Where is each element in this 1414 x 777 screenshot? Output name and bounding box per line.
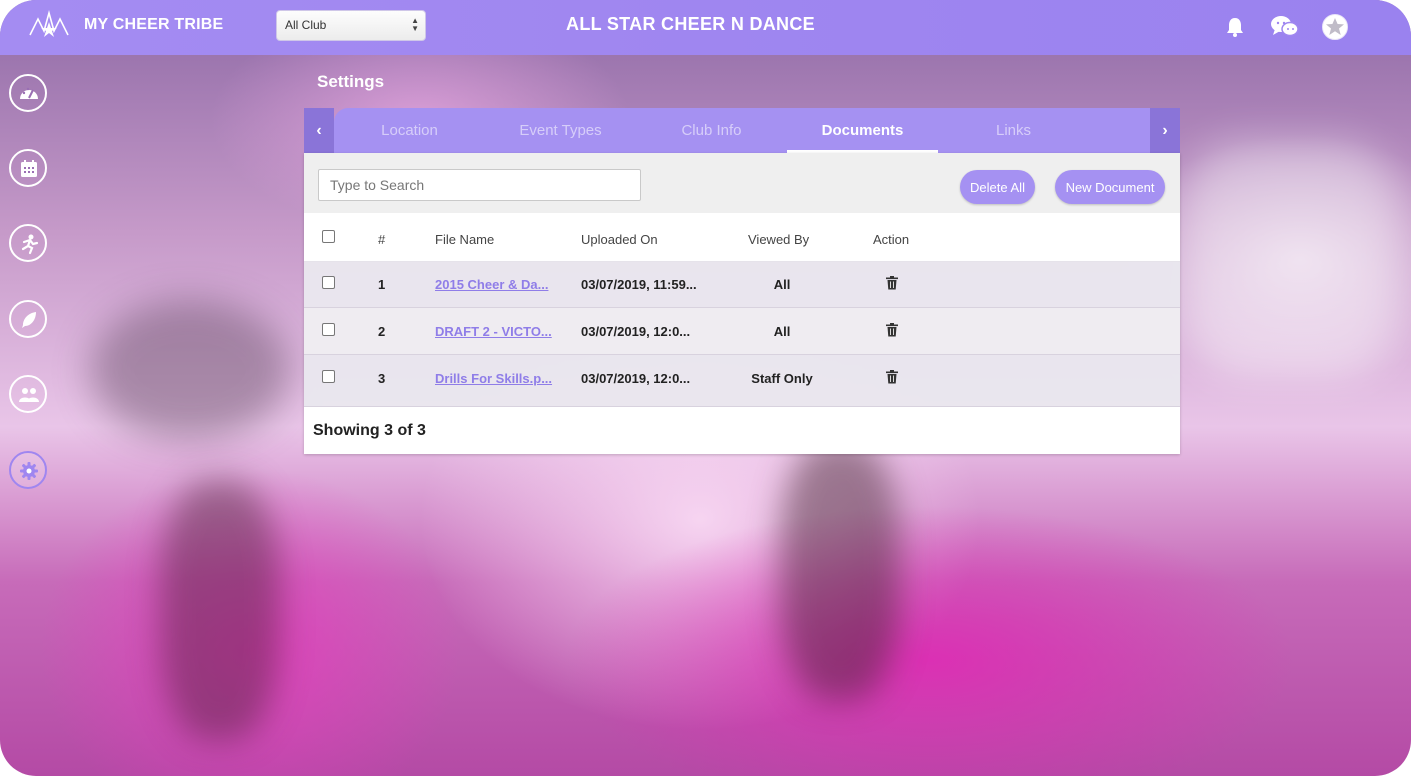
table-row: 1 2015 Cheer & Da... 03/07/2019, 11:59..… [304, 261, 1180, 308]
tabs-strip: Location Event Types Club Info Documents… [334, 108, 1150, 153]
uploaded-on: 03/07/2019, 12:0... [581, 371, 691, 386]
sidebar-item-feather[interactable] [9, 300, 47, 338]
club-title: ALL STAR CHEER N DANCE [566, 14, 815, 34]
tabs-scroll-right-button[interactable]: › [1150, 108, 1180, 153]
trash-icon[interactable] [886, 370, 898, 384]
tabs-scroll-left-button[interactable]: ‹ [304, 108, 334, 153]
table-footer: Showing 3 of 3 [304, 407, 1180, 454]
viewed-by: Staff Only [751, 371, 813, 386]
column-header-action: Action [873, 232, 910, 247]
sidebar-item-settings[interactable] [9, 451, 47, 489]
dashboard-icon [20, 87, 38, 99]
column-header-uploaded-on[interactable]: Uploaded On [581, 232, 658, 247]
sidebar-item-dashboard[interactable] [9, 74, 47, 112]
app-window: MY CHEER TRIBE All Club ▲ ▼ ALL STAR CHEE… [0, 0, 1411, 776]
page-title: Settings [317, 72, 385, 91]
row-checkbox[interactable] [322, 323, 335, 336]
sidebar-item-athletes[interactable] [9, 224, 47, 262]
tab-club-info[interactable]: Club Info [636, 108, 787, 153]
sidebar-item-team[interactable] [9, 375, 47, 413]
delete-all-button[interactable]: Delete All [960, 170, 1035, 204]
new-document-button[interactable]: New Document [1055, 170, 1165, 204]
table-row: 2 DRAFT 2 - VICTO... 03/07/2019, 12:0...… [304, 308, 1180, 355]
tab-documents[interactable]: Documents [787, 108, 938, 153]
table-row: 3 Drills For Skills.p... 03/07/2019, 12:… [304, 355, 1180, 407]
file-name-link[interactable]: DRAFT 2 - VICTO... [435, 324, 552, 339]
row-number: 2 [378, 324, 386, 339]
team-icon [19, 388, 39, 402]
background-blur [90, 300, 290, 440]
column-header-viewed-by[interactable]: Viewed By [748, 232, 809, 247]
tab-more[interactable]: M [1089, 108, 1150, 153]
uploaded-on: 03/07/2019, 12:0... [581, 324, 691, 339]
gear-icon [20, 462, 38, 480]
tab-event-types[interactable]: Event Types [485, 108, 636, 153]
row-number: 3 [378, 371, 386, 386]
row-checkbox[interactable] [322, 370, 335, 383]
documents-panel: Delete All New Document # File Name Uplo… [304, 153, 1180, 454]
calendar-icon [21, 160, 37, 177]
column-header-num: # [378, 232, 386, 247]
row-checkbox[interactable] [322, 276, 335, 289]
background-blur [780, 440, 900, 700]
file-name-link[interactable]: Drills For Skills.p... [435, 371, 552, 386]
sidebar-item-calendar[interactable] [9, 149, 47, 187]
background-blur [1180, 140, 1400, 380]
tab-location[interactable]: Location [334, 108, 485, 153]
profile-star-icon[interactable] [1321, 13, 1349, 41]
viewed-by: All [773, 277, 791, 292]
trash-icon[interactable] [886, 276, 898, 290]
file-name-link[interactable]: 2015 Cheer & Da... [435, 277, 548, 292]
tab-links[interactable]: Links [938, 108, 1089, 153]
showing-count: Showing 3 of 3 [313, 422, 426, 439]
viewed-by: All [773, 324, 791, 339]
uploaded-on: 03/07/2019, 11:59... [581, 277, 697, 292]
column-header-file-name[interactable]: File Name [435, 232, 494, 247]
documents-toolbar: Delete All New Document [304, 153, 1180, 213]
search-input[interactable] [318, 169, 641, 201]
table-header: # File Name Uploaded On Viewed By Action [304, 213, 1180, 262]
top-header: MY CHEER TRIBE All Club ▲ ▼ ALL STAR CHEE… [0, 0, 1411, 55]
settings-tabs: ‹ Location Event Types Club Info Documen… [304, 108, 1180, 153]
feather-icon [22, 312, 36, 328]
chat-icon[interactable] [1270, 14, 1300, 40]
row-number: 1 [378, 277, 386, 292]
bell-icon[interactable] [1222, 14, 1248, 40]
select-all-checkbox[interactable] [322, 230, 335, 243]
trash-icon[interactable] [886, 323, 898, 337]
background-blur [160, 480, 280, 740]
athlete-icon [21, 234, 39, 255]
